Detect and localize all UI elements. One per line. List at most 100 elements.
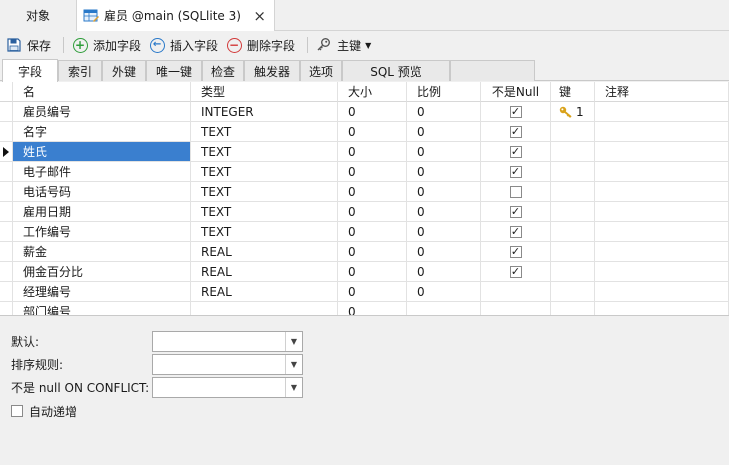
- tab-options[interactable]: 选项: [300, 60, 342, 81]
- field-size-cell[interactable]: 0: [338, 242, 407, 262]
- field-not-null-cell[interactable]: ✓: [481, 262, 551, 282]
- table-row[interactable]: 经理编号 REAL 0 0: [0, 282, 729, 302]
- field-name-cell[interactable]: 电话号码: [13, 182, 191, 202]
- not-null-checkbox[interactable]: ✓: [509, 205, 522, 218]
- primary-key-button[interactable]: 主键 ▼: [316, 34, 371, 56]
- field-not-null-cell[interactable]: [481, 182, 551, 202]
- field-name-cell[interactable]: 薪金: [13, 242, 191, 262]
- table-row[interactable]: 电话号码 TEXT 0 0: [0, 182, 729, 202]
- field-precision-cell[interactable]: 0: [407, 142, 481, 162]
- field-comment-cell[interactable]: [595, 262, 729, 282]
- field-key-cell[interactable]: [551, 202, 595, 222]
- field-key-cell[interactable]: [551, 122, 595, 142]
- field-key-cell[interactable]: [551, 142, 595, 162]
- field-not-null-cell[interactable]: [481, 282, 551, 302]
- field-key-cell[interactable]: [551, 182, 595, 202]
- add-field-button[interactable]: + 添加字段: [72, 34, 141, 56]
- close-tab-icon[interactable]: ×: [253, 7, 266, 25]
- not-null-checkbox[interactable]: ✓: [509, 165, 522, 178]
- field-precision-cell[interactable]: 0: [407, 182, 481, 202]
- row-indicator[interactable]: [0, 122, 13, 142]
- tab-sql-preview[interactable]: SQL 预览: [342, 60, 450, 81]
- field-precision-cell[interactable]: 0: [407, 222, 481, 242]
- field-key-cell[interactable]: 1: [551, 102, 595, 122]
- field-comment-cell[interactable]: [595, 182, 729, 202]
- not-null-checkbox[interactable]: ✓: [509, 265, 522, 278]
- insert-field-button[interactable]: ← 插入字段: [149, 34, 218, 56]
- column-header-precision[interactable]: 比例: [407, 82, 481, 102]
- field-comment-cell[interactable]: [595, 302, 729, 315]
- field-precision-cell[interactable]: 0: [407, 102, 481, 122]
- field-type-cell[interactable]: [191, 302, 338, 315]
- field-key-cell[interactable]: [551, 262, 595, 282]
- field-not-null-cell[interactable]: ✓: [481, 242, 551, 262]
- field-type-cell[interactable]: REAL: [191, 282, 338, 302]
- auto-increment-box[interactable]: [11, 405, 23, 417]
- chevron-down-icon[interactable]: ▼: [285, 378, 302, 397]
- field-type-cell[interactable]: TEXT: [191, 202, 338, 222]
- field-key-cell[interactable]: [551, 242, 595, 262]
- field-key-cell[interactable]: [551, 162, 595, 182]
- field-size-cell[interactable]: 0: [338, 282, 407, 302]
- tab-objects[interactable]: 对象: [0, 0, 77, 31]
- field-comment-cell[interactable]: [595, 162, 729, 182]
- field-not-null-cell[interactable]: ✓: [481, 102, 551, 122]
- table-row[interactable]: 薪金 REAL 0 0 ✓: [0, 242, 729, 262]
- field-name-cell[interactable]: 佣金百分比: [13, 262, 191, 282]
- field-comment-cell[interactable]: [595, 102, 729, 122]
- field-name-cell[interactable]: 经理编号: [13, 282, 191, 302]
- not-null-checkbox[interactable]: [509, 185, 522, 198]
- tab-employee-table[interactable]: 雇员 @main (SQLlite 3) ×: [77, 0, 275, 31]
- chevron-down-icon[interactable]: ▼: [285, 355, 302, 374]
- field-type-cell[interactable]: TEXT: [191, 182, 338, 202]
- auto-increment-checkbox[interactable]: 自动递增: [11, 403, 77, 419]
- field-name-cell[interactable]: 雇员编号: [13, 102, 191, 122]
- field-comment-cell[interactable]: [595, 142, 729, 162]
- not-null-checkbox[interactable]: ✓: [509, 125, 522, 138]
- field-precision-cell[interactable]: 0: [407, 262, 481, 282]
- not-null-checkbox[interactable]: ✓: [509, 225, 522, 238]
- field-precision-cell[interactable]: 0: [407, 202, 481, 222]
- table-row[interactable]: 电子邮件 TEXT 0 0 ✓: [0, 162, 729, 182]
- table-row[interactable]: 工作编号 TEXT 0 0 ✓: [0, 222, 729, 242]
- field-precision-cell[interactable]: 0: [407, 122, 481, 142]
- field-type-cell[interactable]: TEXT: [191, 142, 338, 162]
- field-key-cell[interactable]: [551, 222, 595, 242]
- row-indicator[interactable]: [0, 262, 13, 282]
- field-size-cell[interactable]: 0: [338, 302, 407, 315]
- field-name-cell[interactable]: 电子邮件: [13, 162, 191, 182]
- table-row[interactable]: 姓氏 TEXT 0 0 ✓: [0, 142, 729, 162]
- field-size-cell[interactable]: 0: [338, 162, 407, 182]
- field-name-cell[interactable]: 姓氏: [13, 142, 191, 162]
- field-name-cell[interactable]: 部门编号: [13, 302, 191, 315]
- table-row[interactable]: 佣金百分比 REAL 0 0 ✓: [0, 262, 729, 282]
- field-precision-cell[interactable]: 0: [407, 162, 481, 182]
- chevron-down-icon[interactable]: ▼: [285, 332, 302, 351]
- field-precision-cell[interactable]: 0: [407, 282, 481, 302]
- field-size-cell[interactable]: 0: [338, 222, 407, 242]
- field-precision-cell[interactable]: 0: [407, 242, 481, 262]
- field-comment-cell[interactable]: [595, 222, 729, 242]
- field-size-cell[interactable]: 0: [338, 102, 407, 122]
- save-button[interactable]: 保存: [6, 34, 51, 56]
- row-indicator[interactable]: [0, 302, 13, 315]
- default-combobox[interactable]: ▼: [152, 331, 303, 352]
- field-not-null-cell[interactable]: [481, 302, 551, 315]
- row-indicator[interactable]: [0, 282, 13, 302]
- field-size-cell[interactable]: 0: [338, 262, 407, 282]
- field-type-cell[interactable]: TEXT: [191, 122, 338, 142]
- table-row[interactable]: 部门编号 0: [0, 302, 729, 315]
- field-key-cell[interactable]: [551, 302, 595, 315]
- row-indicator[interactable]: [0, 242, 13, 262]
- field-size-cell[interactable]: 0: [338, 202, 407, 222]
- column-header-not-null[interactable]: 不是Null: [481, 82, 551, 102]
- column-header-key[interactable]: 键: [551, 82, 595, 102]
- not-null-checkbox[interactable]: ✓: [509, 145, 522, 158]
- not-null-checkbox[interactable]: ✓: [509, 245, 522, 258]
- field-not-null-cell[interactable]: ✓: [481, 122, 551, 142]
- row-indicator[interactable]: [0, 222, 13, 242]
- table-row[interactable]: 名字 TEXT 0 0 ✓: [0, 122, 729, 142]
- field-name-cell[interactable]: 名字: [13, 122, 191, 142]
- field-comment-cell[interactable]: [595, 202, 729, 222]
- field-not-null-cell[interactable]: ✓: [481, 202, 551, 222]
